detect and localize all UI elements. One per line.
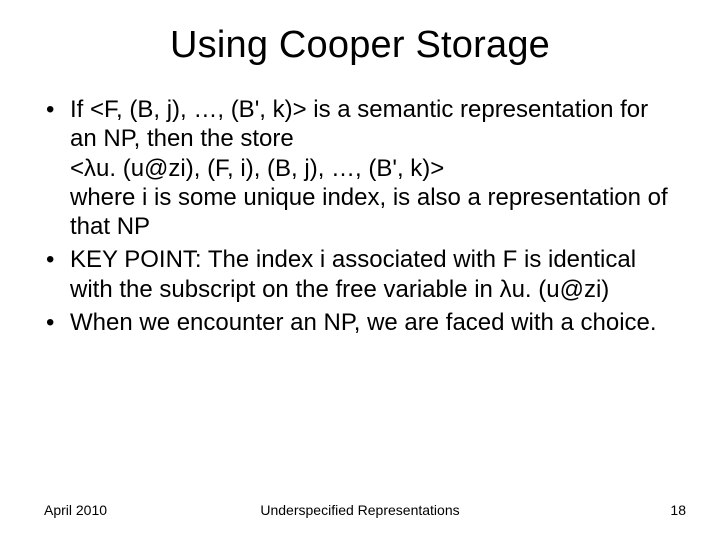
footer-title: Underspecified Representations (0, 502, 720, 518)
bullet-text: If <F, (B, j), …, (B', k)> is a semantic… (70, 96, 668, 240)
bullet-list: If <F, (B, j), …, (B', k)> is a semantic… (46, 95, 680, 337)
footer-page-number: 18 (670, 502, 686, 518)
list-item: When we encounter an NP, we are faced wi… (46, 308, 680, 337)
slide-body: If <F, (B, j), …, (B', k)> is a semantic… (0, 67, 720, 337)
slide-title: Using Cooper Storage (0, 0, 720, 67)
bullet-text: When we encounter an NP, we are faced wi… (70, 309, 657, 336)
list-item: KEY POINT: The index i associated with F… (46, 245, 680, 304)
list-item: If <F, (B, j), …, (B', k)> is a semantic… (46, 95, 680, 241)
bullet-text: KEY POINT: The index i associated with F… (70, 246, 636, 302)
slide: Using Cooper Storage If <F, (B, j), …, (… (0, 0, 720, 540)
